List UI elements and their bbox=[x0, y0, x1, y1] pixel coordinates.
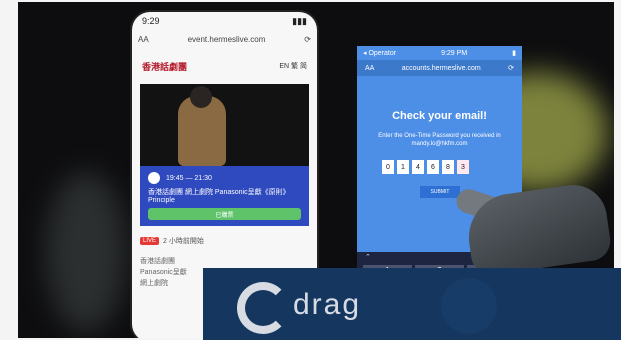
left-phone-signal-icon: ▮▮▮ bbox=[292, 15, 307, 26]
otp-digit-2[interactable]: 1 bbox=[397, 160, 409, 174]
left-phone-event-card: 19:45 — 21:30 香港話劇團 網上劇院 Panasonic呈獻《原則》… bbox=[140, 166, 309, 226]
right-phone-refresh-icon[interactable]: ⟳ bbox=[508, 64, 514, 72]
background-glow-left bbox=[46, 172, 126, 332]
left-phone-refresh-icon[interactable]: ⟳ bbox=[304, 35, 311, 44]
event-subtitle: Principle bbox=[148, 197, 175, 204]
otp-fields: 0 1 4 6 8 3 bbox=[382, 160, 469, 174]
check-email-title: Check your email! bbox=[392, 110, 487, 122]
live-badge: LIVE bbox=[140, 237, 160, 245]
keyboard-up-icon[interactable]: ⌃ bbox=[365, 253, 371, 261]
date-badge-icon bbox=[148, 172, 160, 184]
live-status: LIVE 2 小時前開始 bbox=[140, 236, 309, 246]
watermark-logo: drag bbox=[203, 268, 621, 340]
otp-digit-3[interactable]: 4 bbox=[412, 160, 424, 174]
right-phone-url-bar[interactable]: AA accounts.hermeslive.com ⟳ bbox=[357, 60, 522, 76]
event-title: 香港話劇團 網上劇院 Panasonic呈獻《原則》 bbox=[148, 189, 290, 196]
left-phone-status-bar: 9:29 ▮▮▮ bbox=[132, 12, 317, 30]
event-time: 19:45 — 21:30 bbox=[166, 174, 212, 182]
right-phone-carrier: ◂ Operator bbox=[363, 50, 397, 57]
otp-digit-4[interactable]: 6 bbox=[427, 160, 439, 174]
ticket-button-label: 已購票 bbox=[215, 212, 234, 219]
left-phone-url: event.hermeslive.com bbox=[187, 34, 266, 44]
left-phone-time: 9:29 bbox=[142, 16, 160, 26]
left-phone-video[interactable] bbox=[140, 84, 309, 166]
ticket-button[interactable]: 已購票 bbox=[148, 208, 301, 220]
right-phone-time: 9:29 PM bbox=[441, 49, 468, 57]
left-phone-url-bar[interactable]: AA event.hermeslive.com ⟳ bbox=[138, 30, 311, 48]
otp-digit-1[interactable]: 0 bbox=[382, 160, 394, 174]
otp-digit-6[interactable]: 3 bbox=[457, 160, 469, 174]
check-email-description: Enter the One-Time Password you received… bbox=[378, 133, 501, 147]
battery-icon: ▮ bbox=[512, 50, 516, 57]
left-phone-language-menu[interactable]: EN 繁 简 bbox=[279, 61, 307, 71]
submit-label: SUBMIT bbox=[430, 189, 450, 195]
right-phone-url-prefix: AA bbox=[365, 64, 375, 72]
logo-circle bbox=[441, 278, 497, 334]
logo-mark-icon bbox=[237, 282, 289, 334]
submit-button[interactable]: SUBMIT bbox=[420, 186, 460, 198]
right-phone-status-bar: ◂ Operator 9:29 PM ▮ bbox=[357, 46, 522, 60]
left-phone-header: 香港話劇團 EN 繁 简 bbox=[132, 48, 317, 84]
logo-text: drag bbox=[293, 288, 362, 321]
news-title: 香港話劇團 bbox=[140, 258, 175, 265]
frame: 9:29 ▮▮▮ AA event.hermeslive.com ⟳ 香港話劇團… bbox=[0, 0, 621, 340]
left-phone-url-prefix: AA bbox=[138, 34, 149, 44]
left-phone-org-logo: 香港話劇團 bbox=[142, 61, 188, 72]
performer bbox=[178, 86, 226, 166]
otp-digit-5[interactable]: 8 bbox=[442, 160, 454, 174]
right-phone-url: accounts.hermeslive.com bbox=[401, 64, 481, 72]
live-note: 2 小時前開始 bbox=[163, 238, 204, 245]
